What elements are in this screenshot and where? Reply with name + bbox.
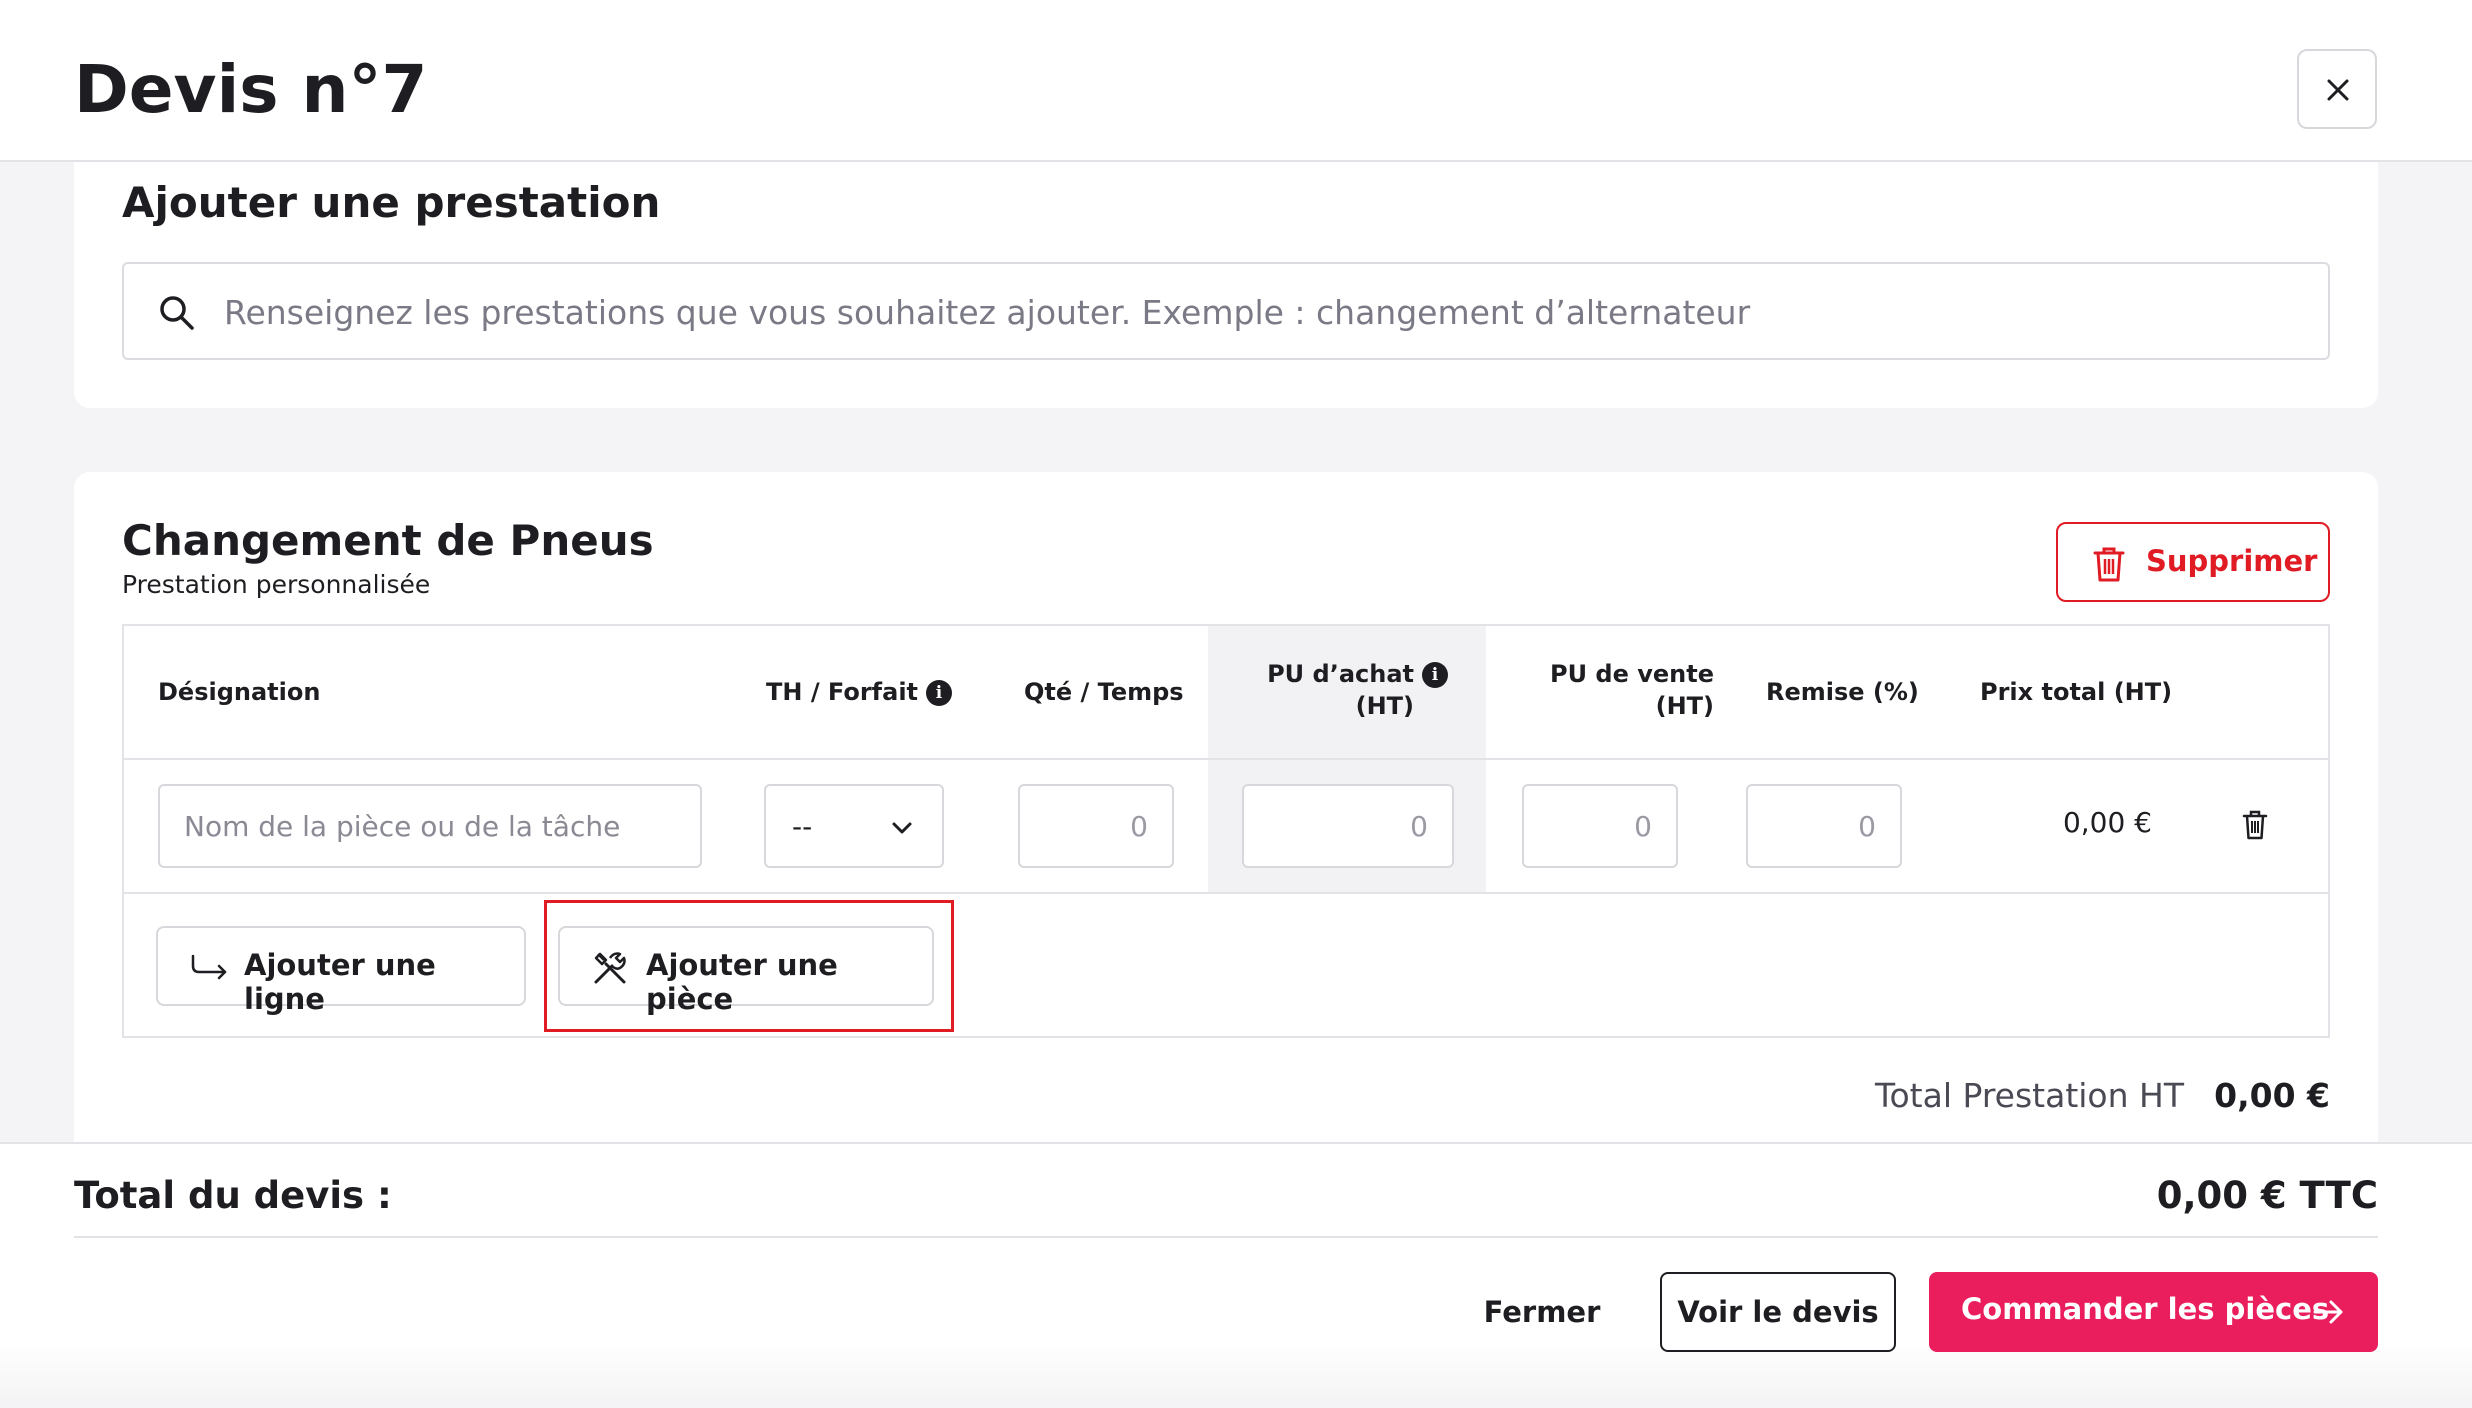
fermer-button[interactable]: Fermer (1460, 1272, 1624, 1352)
remise-input[interactable] (1746, 784, 1902, 868)
info-icon[interactable]: i (1422, 662, 1448, 688)
prestation-total-label: Total Prestation HT (1874, 1076, 2184, 1115)
arrow-right-icon (2313, 1300, 2343, 1324)
column-header-pu-vente-ht: (HT) (1655, 692, 1714, 720)
modal-footer: Total du devis : 0,00 € TTC Fermer Voir … (0, 1142, 2472, 1408)
pu-achat-input[interactable] (1242, 784, 1454, 868)
close-icon (2327, 79, 2349, 101)
delete-prestation-button[interactable]: Supprimer (2056, 522, 2330, 602)
page-title: Devis n°7 (74, 51, 428, 128)
commander-pieces-label: Commander les pièces (1961, 1292, 2330, 1326)
column-header-prix-total: Prix total (HT) (1980, 678, 2173, 706)
devis-total-label: Total du devis : (74, 1174, 392, 1217)
th-forfait-value: -- (792, 810, 813, 843)
add-line-label: Ajouter une ligne (244, 948, 436, 1016)
add-piece-label: Ajouter une pièce (646, 948, 838, 1016)
delete-row-button[interactable] (2242, 810, 2268, 844)
prestation-total-value: 0,00 € (2214, 1076, 2330, 1115)
prestation-card: Changement de Pneus Prestation personnal… (74, 472, 2378, 1142)
close-button[interactable] (2297, 49, 2377, 129)
column-header-qte-temps: Qté / Temps (1024, 678, 1184, 706)
search-icon (160, 296, 194, 330)
column-header-pu-achat: PU d’achat i (HT) (1224, 658, 1448, 722)
voir-devis-button[interactable]: Voir le devis (1660, 1272, 1896, 1352)
add-prestation-card: Ajouter une prestation (74, 162, 2378, 408)
column-header-pu-achat-label: PU d’achat (1267, 660, 1414, 688)
arrow-turn-right-icon (191, 954, 227, 980)
column-header-designation: Désignation (158, 678, 321, 706)
modal-content[interactable]: Ajouter une prestation Changement de Pne… (0, 162, 2472, 1142)
commander-pieces-button[interactable]: Commander les pièces (1929, 1272, 2378, 1352)
tools-icon (594, 952, 626, 984)
divider (124, 758, 2328, 760)
info-icon[interactable]: i (926, 680, 953, 706)
trash-icon (2242, 810, 2268, 840)
modal-header: Devis n°7 (0, 0, 2472, 162)
column-header-th-forfait: TH / Forfait i (766, 676, 953, 708)
column-header-th-forfait-label: TH / Forfait (766, 678, 919, 706)
add-piece-button[interactable]: Ajouter une pièce (558, 926, 934, 1016)
chevron-down-icon (892, 822, 912, 834)
prestation-subtitle: Prestation personnalisée (122, 570, 431, 599)
add-line-button[interactable]: Ajouter une ligne (156, 926, 526, 1016)
prestation-search-input[interactable] (224, 286, 2304, 338)
trash-icon (2093, 547, 2125, 582)
row-total-price: 0,00 € (2062, 806, 2152, 839)
divider (124, 892, 2328, 894)
designation-input[interactable] (158, 784, 702, 868)
qte-temps-input[interactable] (1018, 784, 1174, 868)
prestation-search[interactable] (122, 262, 2330, 360)
divider (74, 1236, 2378, 1238)
prestation-title: Changement de Pneus (122, 516, 654, 565)
delete-prestation-label: Supprimer (2146, 544, 2318, 578)
devis-total-value: 0,00 € TTC (2156, 1174, 2378, 1217)
pu-vente-input[interactable] (1522, 784, 1678, 868)
prestation-table: Désignation TH / Forfait i Qté / Temps PU… (122, 624, 2330, 1038)
column-header-remise: Remise (%) (1766, 678, 1919, 706)
th-forfait-select[interactable]: -- (764, 784, 944, 868)
add-prestation-title: Ajouter une prestation (122, 178, 661, 227)
column-header-pu-vente-label: PU de vente (1549, 660, 1714, 688)
column-header-pu-vente: PU de vente (HT) (1524, 658, 1714, 722)
column-header-pu-achat-ht: (HT) (1355, 692, 1414, 720)
